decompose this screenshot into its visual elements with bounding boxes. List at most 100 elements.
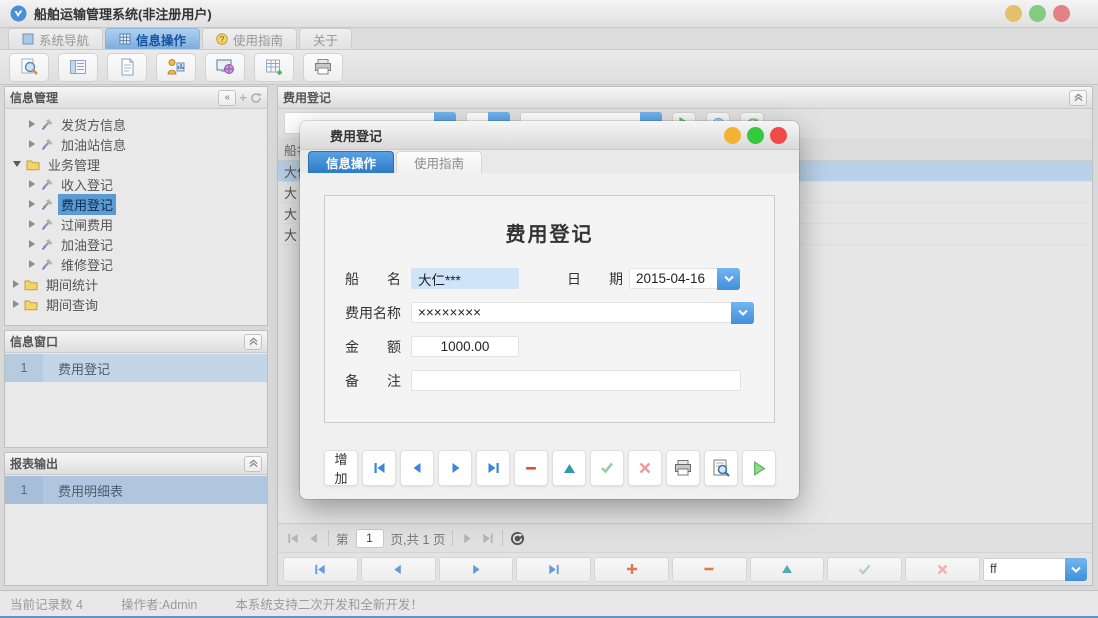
tab-info-operation[interactable]: 信息操作	[105, 28, 200, 49]
add-record-button[interactable]: 增加	[324, 450, 358, 486]
tree-item-shipper-info[interactable]: 发货方信息	[5, 114, 267, 134]
dialog-tab-user-guide[interactable]: 使用指南	[396, 151, 482, 173]
minimize-button[interactable]	[1005, 5, 1022, 22]
page-last-icon[interactable]	[481, 532, 495, 545]
table-add-glyph	[264, 57, 284, 77]
collapse-up-icon[interactable]	[244, 456, 262, 472]
fee-name-combobox[interactable]	[411, 302, 754, 324]
operator-label: 操作者:Admin	[121, 594, 197, 613]
cancel-record-button[interactable]	[628, 450, 662, 486]
record-next-button[interactable]	[439, 557, 514, 582]
first-record-button[interactable]	[362, 450, 396, 486]
chevron-down-icon[interactable]	[731, 302, 754, 324]
page-first-icon[interactable]	[286, 532, 300, 545]
tab-user-guide[interactable]: ? 使用指南	[202, 28, 297, 49]
save-record-button[interactable]	[590, 450, 624, 486]
user-chart-icon[interactable]	[156, 53, 196, 82]
tree-item-repair-register[interactable]: 维修登记	[5, 254, 267, 274]
expand-arrow-icon[interactable]	[29, 200, 35, 208]
page-number-input[interactable]	[356, 529, 384, 548]
info-window-item[interactable]: 1 费用登记	[5, 354, 267, 382]
collapse-arrow-icon[interactable]	[13, 161, 21, 167]
note-input[interactable]	[411, 370, 741, 391]
dialog-close-button[interactable]	[770, 127, 787, 144]
expand-arrow-icon[interactable]	[29, 260, 35, 268]
date-combobox[interactable]	[629, 268, 740, 290]
amount-input[interactable]	[411, 336, 519, 357]
edit-record-button[interactable]	[552, 450, 586, 486]
panel-title: 信息管理	[10, 89, 58, 106]
tree-item-period-statistics[interactable]: 期间统计	[5, 274, 267, 294]
collapse-left-icon[interactable]: «	[218, 90, 236, 106]
expand-arrow-icon[interactable]	[29, 240, 35, 248]
report-output-item[interactable]: 1 费用明细表	[5, 476, 267, 504]
execute-button[interactable]	[742, 450, 776, 486]
expand-arrow-icon[interactable]	[29, 120, 35, 128]
record-confirm-button[interactable]	[827, 557, 902, 582]
record-add-button[interactable]	[594, 557, 669, 582]
dialog-tab-info-operation[interactable]: 信息操作	[308, 151, 394, 173]
collapse-up-icon[interactable]	[244, 334, 262, 350]
ship-name-input[interactable]	[411, 268, 519, 289]
record-remove-button[interactable]	[672, 557, 747, 582]
tool-icon	[40, 178, 53, 191]
close-button[interactable]	[1053, 5, 1070, 22]
tree-item-expense-register[interactable]: 费用登记	[5, 194, 267, 214]
next-record-button[interactable]	[438, 450, 472, 486]
nav-first-icon	[313, 563, 327, 576]
table-add-icon[interactable]	[254, 53, 294, 82]
tree-item-fuel-station-info[interactable]: 加油站信息	[5, 134, 267, 154]
preview-button[interactable]	[704, 450, 738, 486]
tree-item-lock-fee[interactable]: 过闸费用	[5, 214, 267, 234]
date-input[interactable]	[629, 268, 717, 289]
page-next-icon[interactable]	[460, 532, 474, 545]
footer-combo-input[interactable]	[983, 558, 1065, 581]
monitor-globe-icon[interactable]	[205, 53, 245, 82]
tab-system-nav[interactable]: 系统导航	[8, 28, 103, 49]
tree-item-period-query[interactable]: 期间查询	[5, 294, 267, 314]
expand-arrow-icon[interactable]	[13, 300, 19, 308]
document-icon[interactable]	[107, 53, 147, 82]
expense-register-dialog: 费用登记 信息操作 使用指南 费用登记 船 名 日 期	[300, 121, 799, 499]
expand-arrow-icon[interactable]	[29, 180, 35, 188]
fee-name-input[interactable]	[411, 302, 731, 323]
print-button[interactable]	[666, 450, 700, 486]
printer-icon[interactable]	[303, 53, 343, 82]
dialog-minimize-button[interactable]	[724, 127, 741, 144]
delete-record-button[interactable]	[514, 450, 548, 486]
record-cancel-button[interactable]	[905, 557, 980, 582]
refresh-grid-icon[interactable]	[510, 531, 525, 546]
record-first-button[interactable]	[283, 557, 358, 582]
tab-about[interactable]: 关于	[299, 28, 352, 49]
tool-icon	[40, 238, 53, 251]
dialog-maximize-button[interactable]	[747, 127, 764, 144]
tree-item-income-register[interactable]: 收入登记	[5, 174, 267, 194]
page-prev-icon[interactable]	[307, 532, 321, 545]
record-edit-button[interactable]	[750, 557, 825, 582]
tree-item-refuel-register[interactable]: 加油登记	[5, 234, 267, 254]
last-record-button[interactable]	[476, 450, 510, 486]
maximize-button[interactable]	[1029, 5, 1046, 22]
refresh-icon[interactable]	[250, 92, 262, 104]
record-last-button[interactable]	[516, 557, 591, 582]
expand-arrow-icon[interactable]	[29, 220, 35, 228]
search-document-icon[interactable]	[9, 53, 49, 82]
add-icon[interactable]: +	[239, 91, 247, 104]
tree-label: 发货方信息	[58, 114, 129, 135]
record-prev-button[interactable]	[361, 557, 436, 582]
tree-item-business-management[interactable]: 业务管理	[5, 154, 267, 174]
expand-arrow-icon[interactable]	[29, 140, 35, 148]
tool-icon	[40, 218, 53, 231]
info-management-panel: 信息管理 « + 发货方信息	[4, 86, 268, 326]
row-number: 1	[5, 476, 43, 504]
footer-combobox[interactable]	[983, 558, 1087, 581]
chevron-down-icon[interactable]	[1065, 558, 1087, 581]
folder-icon	[26, 158, 40, 171]
tab-label: 系统导航	[39, 30, 89, 49]
collapse-up-icon[interactable]	[1069, 90, 1087, 106]
table-list-icon[interactable]	[58, 53, 98, 82]
expand-arrow-icon[interactable]	[13, 280, 19, 288]
prev-record-button[interactable]	[400, 450, 434, 486]
chevron-down-icon[interactable]	[717, 268, 740, 290]
panel-title: 报表输出	[10, 455, 58, 472]
